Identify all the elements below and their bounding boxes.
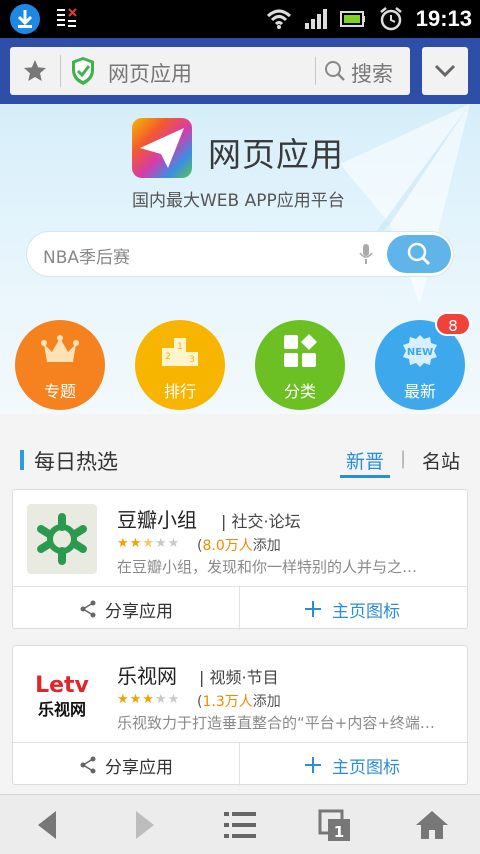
new-badge-icon: NEW bbox=[403, 335, 437, 367]
clock: 19:13 bbox=[415, 6, 472, 31]
tabs-button[interactable]: 1 bbox=[288, 795, 384, 854]
microphone-icon[interactable] bbox=[359, 243, 373, 265]
app-search-box[interactable]: NBA季后赛 bbox=[26, 231, 454, 277]
share-icon bbox=[80, 600, 96, 618]
hero-section: 网页应用 国内最大WEB APP应用平台 NBA季后赛 专题 1 2 3 排行 bbox=[0, 104, 480, 414]
signal-icon bbox=[304, 9, 327, 29]
plus-icon bbox=[305, 757, 321, 773]
app-description: 在豆瓣小组，发现和你一样特别的人并与之… bbox=[117, 558, 418, 576]
card-actions: 分享应用 主页图标 bbox=[13, 742, 467, 786]
tab-famous-sites[interactable]: 名站 bbox=[422, 447, 460, 474]
alarm-icon bbox=[379, 7, 402, 31]
svg-text:2: 2 bbox=[165, 352, 171, 362]
forward-button[interactable] bbox=[96, 795, 192, 854]
add-to-home-button[interactable]: 主页图标 bbox=[240, 587, 467, 630]
add-to-home-button[interactable]: 主页图标 bbox=[240, 743, 467, 786]
category-latest-button[interactable]: NEW 最新 8 bbox=[375, 312, 471, 410]
category-grid-icon bbox=[284, 334, 317, 367]
category-special-button[interactable]: 专题 bbox=[15, 320, 105, 410]
status-bar: 19:13 bbox=[0, 0, 480, 38]
back-arrow-icon bbox=[38, 811, 56, 839]
list-menu-icon bbox=[224, 812, 256, 838]
page-title: 网页应用 bbox=[108, 62, 192, 86]
chevron-down-icon bbox=[434, 64, 456, 78]
address-bar: 网页应用 搜索 bbox=[0, 38, 480, 104]
active-tab-indicator bbox=[340, 475, 390, 478]
search-icon bbox=[407, 242, 431, 266]
svg-text:乐视网: 乐视网 bbox=[38, 700, 86, 719]
app-name[interactable]: 豆瓣小组 bbox=[117, 504, 197, 533]
new-count-badge: 8 bbox=[435, 312, 471, 336]
app-category: | 社交·论坛 bbox=[221, 512, 301, 531]
bookmark-star-icon[interactable] bbox=[22, 58, 48, 84]
app-name[interactable]: 乐视网 bbox=[117, 660, 177, 689]
download-icon bbox=[10, 4, 40, 34]
url-bar[interactable]: 网页应用 搜索 bbox=[10, 47, 410, 95]
debug-notification-icon bbox=[57, 8, 77, 27]
tabs-icon: 1 bbox=[318, 809, 350, 841]
card-actions: 分享应用 主页图标 bbox=[13, 586, 467, 630]
install-count: (8.0万人添加 bbox=[197, 538, 281, 554]
crown-icon bbox=[41, 335, 79, 362]
dropdown-menu-button[interactable] bbox=[422, 47, 468, 95]
home-button[interactable] bbox=[384, 795, 480, 854]
tab-new[interactable]: 新晋 bbox=[346, 447, 384, 474]
app-category: | 视频·节目 bbox=[199, 668, 279, 687]
tab-separator: | bbox=[400, 448, 407, 469]
svg-text:Letv: Letv bbox=[35, 673, 89, 698]
daily-picks-header: 每日热选 新晋 | 名站 bbox=[0, 414, 480, 484]
app-card-douban[interactable]: 豆瓣小组 | 社交·论坛 ★★★★★ (8.0万人添加 在豆瓣小组，发现和你一样… bbox=[12, 489, 468, 630]
app-description: 乐视致力于打造垂直整合的“平台+内容+终端… bbox=[117, 714, 435, 732]
tabs-count: 1 bbox=[334, 823, 344, 841]
section-title: 每日热选 bbox=[34, 450, 118, 474]
search-icon[interactable] bbox=[324, 60, 346, 82]
podium-icon: 1 2 3 bbox=[162, 338, 198, 366]
brand-title: 网页应用 bbox=[208, 135, 344, 174]
menu-button[interactable] bbox=[192, 795, 288, 854]
security-shield-icon bbox=[72, 57, 94, 85]
category-classify-button[interactable]: 分类 bbox=[255, 320, 345, 410]
search-button-label[interactable]: 搜索 bbox=[351, 58, 393, 88]
new-badge-text: NEW bbox=[407, 347, 433, 358]
forward-arrow-icon bbox=[136, 811, 154, 839]
rating-stars: ★★★★★ bbox=[117, 692, 181, 707]
category-ranking-button[interactable]: 1 2 3 排行 bbox=[135, 320, 225, 410]
home-icon bbox=[416, 811, 448, 839]
svg-text:1: 1 bbox=[177, 342, 183, 352]
app-card-letv[interactable]: Letv 乐视网 乐视网 | 视频·节目 ★★★★★ (1.3万人添加 乐视致力… bbox=[12, 645, 468, 786]
back-button[interactable] bbox=[0, 795, 96, 854]
divider bbox=[60, 55, 61, 87]
search-placeholder[interactable]: NBA季后赛 bbox=[43, 243, 130, 268]
rating-stars: ★★★★★ bbox=[117, 536, 181, 551]
share-icon bbox=[80, 756, 96, 774]
share-app-button[interactable]: 分享应用 bbox=[13, 743, 240, 786]
letv-logo: Letv 乐视网 bbox=[27, 660, 97, 730]
share-app-button[interactable]: 分享应用 bbox=[13, 587, 240, 630]
section-accent-bar bbox=[20, 450, 24, 470]
bottom-navigation: 1 bbox=[0, 794, 480, 854]
search-button[interactable] bbox=[387, 235, 451, 273]
battery-icon bbox=[339, 11, 365, 27]
divider bbox=[315, 57, 316, 85]
wifi-icon bbox=[266, 9, 291, 29]
install-count: (1.3万人添加 bbox=[197, 694, 281, 710]
brand-slogan: 国内最大WEB APP应用平台 bbox=[132, 191, 345, 211]
douban-group-logo bbox=[27, 504, 97, 574]
plus-icon bbox=[305, 601, 321, 617]
app-logo bbox=[132, 118, 192, 178]
svg-text:3: 3 bbox=[189, 355, 195, 365]
